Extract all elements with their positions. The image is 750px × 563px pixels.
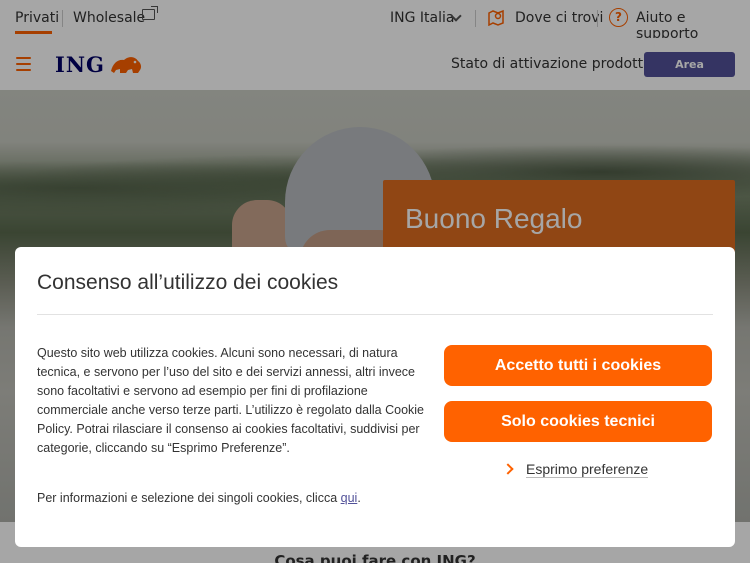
cookie-info-prefix: Per informazioni e selezione dei singoli… xyxy=(37,491,341,505)
dialog-body-text: Questo sito web utilizza cookies. Alcuni… xyxy=(37,346,424,455)
cookie-info-suffix: . xyxy=(357,491,361,505)
preferences-label: Esprimo preferenze xyxy=(526,461,649,478)
cookie-consent-dialog: Consenso all’utilizzo dei cookies Questo… xyxy=(15,247,735,547)
cookie-info-text: Per informazioni e selezione dei singoli… xyxy=(37,491,437,505)
technical-cookies-only-button[interactable]: Solo cookies tecnici xyxy=(444,401,712,442)
chevron-right-icon xyxy=(502,463,514,475)
dialog-title: Consenso all’utilizzo dei cookies xyxy=(37,271,339,294)
divider xyxy=(37,314,713,315)
accept-all-cookies-button[interactable]: Accetto tutti i cookies xyxy=(444,345,712,386)
cookie-info-link[interactable]: qui xyxy=(341,491,358,505)
